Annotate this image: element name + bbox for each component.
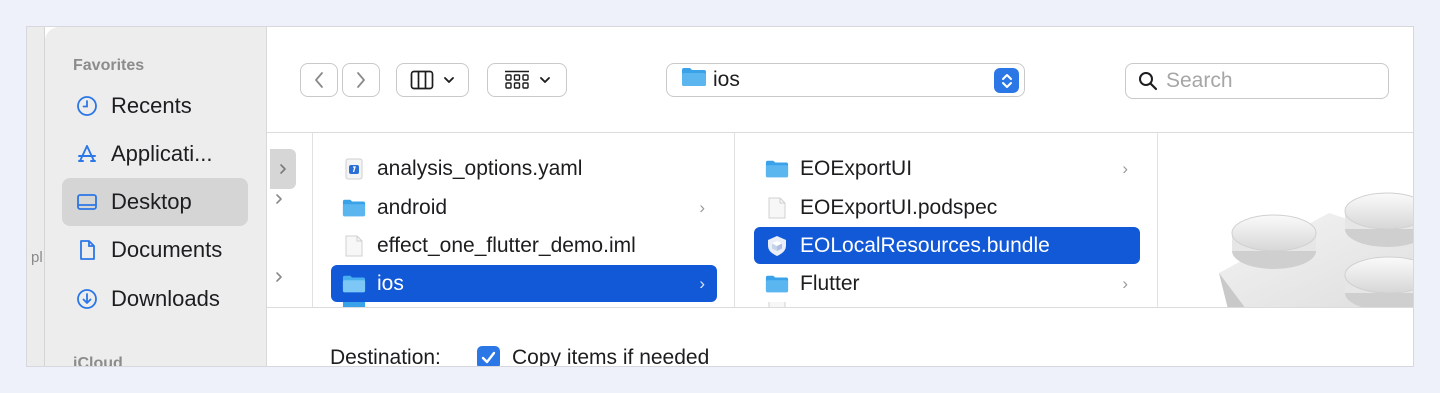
bundle-icon xyxy=(765,235,789,257)
sidebar-item-label: Downloads xyxy=(111,286,220,311)
folder-icon xyxy=(342,273,366,295)
sidebar-item-label: Desktop xyxy=(111,189,192,214)
list-item[interactable]: android › xyxy=(331,189,717,226)
underlying-window-text: pl xyxy=(31,249,43,266)
folder-icon xyxy=(681,67,707,93)
clock-icon xyxy=(75,94,99,118)
search-field[interactable] xyxy=(1125,63,1389,99)
list-item[interactable]: analysis_options.yaml xyxy=(331,150,717,187)
sidebar-item-label: Applicati... xyxy=(111,141,213,166)
desktop-icon xyxy=(75,190,99,214)
path-label: ios xyxy=(713,68,740,91)
document-icon xyxy=(75,238,99,262)
chevron-right-icon: › xyxy=(1122,158,1128,178)
sidebar-item-recents[interactable]: Recents xyxy=(62,82,248,130)
sidebar: Favorites Recents Applicati... Desktop D… xyxy=(45,27,267,366)
underlying-window-edge: pl xyxy=(27,27,45,366)
chevron-down-icon xyxy=(539,77,550,83)
folder-icon xyxy=(342,197,366,219)
list-item-selected[interactable]: ios › xyxy=(331,265,717,302)
path-popup[interactable]: ios xyxy=(666,63,1025,97)
item-label: EOLocalResources.bundle xyxy=(800,233,1050,257)
item-label: analysis_options.yaml xyxy=(377,156,583,180)
chevron-down-icon xyxy=(444,77,454,83)
list-item[interactable]: EOExportUI › xyxy=(754,150,1140,187)
chevron-right-icon xyxy=(357,72,365,88)
folder-icon xyxy=(765,273,789,295)
item-label: EOExportUI xyxy=(800,156,913,180)
file-icon xyxy=(342,235,366,257)
sidebar-section-favorites: Favorites xyxy=(73,57,145,74)
columns-view-icon xyxy=(410,70,434,90)
preview-pane xyxy=(1159,133,1413,307)
column-browser: analysis_options.yaml android › effect_o… xyxy=(267,133,1413,312)
chevron-right-icon: › xyxy=(699,273,705,293)
search-input[interactable] xyxy=(1166,69,1366,93)
item-label: android xyxy=(377,195,448,219)
chevron-right-icon xyxy=(276,194,282,204)
sidebar-item-documents[interactable]: Documents xyxy=(62,226,248,274)
back-button[interactable] xyxy=(300,63,338,97)
yaml-file-icon xyxy=(342,158,366,180)
chevron-left-icon xyxy=(315,72,323,88)
applications-icon xyxy=(75,142,99,166)
file-icon xyxy=(765,197,789,219)
group-button[interactable] xyxy=(487,63,567,97)
toolbar: ios xyxy=(267,27,1413,133)
item-label: EOExportUI.podspec xyxy=(800,195,998,219)
list-item[interactable]: Flutter › xyxy=(754,265,1140,302)
column-ios: EOExportUI › EOExportUI.podspec EOLocalR… xyxy=(736,133,1158,312)
column-project: analysis_options.yaml android › effect_o… xyxy=(313,133,735,312)
popup-stepper-icon[interactable] xyxy=(994,68,1019,93)
folder-icon xyxy=(765,158,789,180)
copy-items-checkbox[interactable] xyxy=(477,346,500,366)
search-icon xyxy=(1139,72,1158,91)
item-label: effect_one_flutter_demo.iml xyxy=(377,233,636,257)
forward-button[interactable] xyxy=(342,63,380,97)
chevron-right-icon: › xyxy=(699,197,705,217)
chevron-right-icon: › xyxy=(1122,273,1128,293)
download-icon xyxy=(75,287,99,311)
item-label: ios xyxy=(377,271,404,295)
list-item[interactable]: EOExportUI.podspec xyxy=(754,189,1140,226)
options-area: Destination: Copy items if needed xyxy=(267,307,1413,366)
grid-group-icon xyxy=(504,70,529,89)
sidebar-item-label: Documents xyxy=(111,237,223,262)
finder-dialog: pl Favorites Recents Applicati... Deskto… xyxy=(26,26,1414,367)
checkmark-icon xyxy=(481,351,496,364)
item-label: Flutter xyxy=(800,271,860,295)
list-item-selected[interactable]: EOLocalResources.bundle xyxy=(754,227,1140,264)
sidebar-item-desktop[interactable]: Desktop xyxy=(62,178,248,226)
sidebar-item-label: Recents xyxy=(111,93,192,118)
sidebar-item-applications[interactable]: Applicati... xyxy=(62,130,248,178)
destination-label: Destination: xyxy=(330,346,441,367)
list-item[interactable]: effect_one_flutter_demo.iml xyxy=(331,227,717,264)
chevron-right-icon xyxy=(280,164,286,174)
sidebar-item-downloads[interactable]: Downloads xyxy=(62,275,248,323)
chevron-right-icon xyxy=(276,272,282,282)
sidebar-section-icloud: iCloud xyxy=(73,355,123,367)
view-mode-button[interactable] xyxy=(396,63,469,97)
copy-items-label[interactable]: Copy items if needed xyxy=(512,346,709,366)
column-parent[interactable] xyxy=(267,133,313,307)
column-parent-selected-row[interactable] xyxy=(270,149,296,189)
bundle-preview-icon xyxy=(1219,192,1413,307)
